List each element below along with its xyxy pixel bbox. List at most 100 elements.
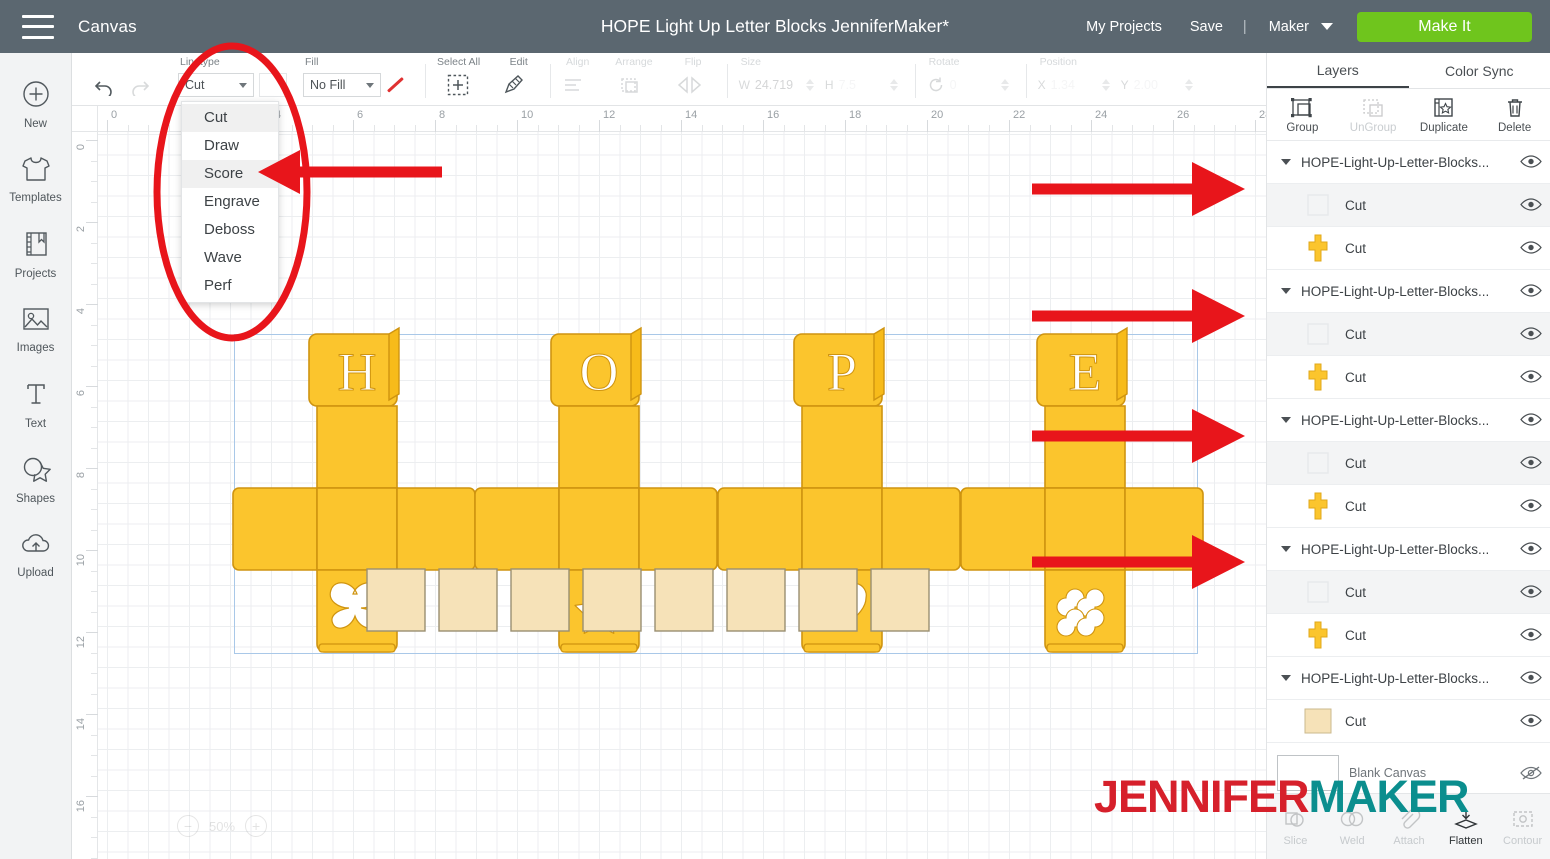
tan-square[interactable] <box>510 568 570 632</box>
tan-square[interactable] <box>582 568 642 632</box>
arrange-button[interactable] <box>618 74 642 96</box>
tab-layers[interactable]: Layers <box>1267 53 1409 88</box>
rotate-stepper[interactable] <box>1000 79 1009 91</box>
linetype-dropdown-menu[interactable]: Cut Draw Score Engrave Deboss Wave Perf <box>181 101 279 303</box>
eye-icon[interactable] <box>1520 627 1542 643</box>
group-button[interactable]: Group <box>1267 89 1338 140</box>
size-width-input[interactable]: 24.719 <box>755 78 801 92</box>
eye-icon[interactable] <box>1520 713 1542 729</box>
delete-button[interactable]: Delete <box>1479 89 1550 140</box>
eye-icon[interactable] <box>1520 240 1542 256</box>
eye-off-icon[interactable] <box>1520 765 1542 781</box>
tab-color-sync[interactable]: Color Sync <box>1409 53 1550 88</box>
eye-icon[interactable] <box>1520 197 1542 213</box>
eye-icon[interactable] <box>1520 412 1542 428</box>
eye-icon[interactable] <box>1520 326 1542 342</box>
sidebar-item-new[interactable]: New <box>0 67 72 142</box>
save-button[interactable]: Save <box>1176 19 1237 35</box>
align-label: Align <box>566 56 590 68</box>
align-button[interactable] <box>562 75 586 95</box>
redo-button[interactable] <box>124 74 154 100</box>
tan-square[interactable] <box>798 568 858 632</box>
tan-square[interactable] <box>438 568 498 632</box>
sidebar-item-shapes[interactable]: Shapes <box>0 442 72 517</box>
eye-icon[interactable] <box>1520 670 1542 686</box>
linetype-select[interactable]: Cut <box>178 73 254 97</box>
eye-icon[interactable] <box>1520 541 1542 557</box>
sidebar-item-images[interactable]: Images <box>0 292 72 367</box>
linetype-option-deboss[interactable]: Deboss <box>182 216 278 244</box>
cube-net-E[interactable]: E <box>960 326 1204 653</box>
tan-square-row[interactable] <box>366 568 930 632</box>
linetype-option-wave[interactable]: Wave <box>182 244 278 272</box>
make-it-button[interactable]: Make It <box>1357 11 1532 42</box>
size-height-stepper[interactable] <box>889 79 898 91</box>
sidebar-item-projects[interactable]: Projects <box>0 217 72 292</box>
layer-group-row[interactable]: HOPE-Light-Up-Letter-Blocks... <box>1267 528 1550 571</box>
layer-row[interactable]: Cut <box>1267 743 1550 751</box>
linetype-swatch[interactable] <box>259 73 287 97</box>
layer-row[interactable]: Cut <box>1267 184 1550 227</box>
layer-row[interactable]: Cut <box>1267 571 1550 614</box>
sidebar-item-text[interactable]: Text <box>0 367 72 442</box>
fill-select[interactable]: No Fill <box>303 73 381 97</box>
layer-group-row[interactable]: HOPE-Light-Up-Letter-Blocks... <box>1267 141 1550 184</box>
chevron-down-icon[interactable] <box>1281 546 1291 552</box>
flip-button[interactable] <box>675 74 705 96</box>
position-y-input[interactable]: 2.00 <box>1134 78 1180 92</box>
layer-row[interactable]: Cut <box>1267 614 1550 657</box>
ungroup-button[interactable]: UnGroup <box>1338 89 1409 140</box>
layer-group-row[interactable]: HOPE-Light-Up-Letter-Blocks... <box>1267 270 1550 313</box>
layer-row[interactable]: Cut <box>1267 227 1550 270</box>
hamburger-menu-icon[interactable] <box>22 14 54 39</box>
position-x-input[interactable]: 1.34 <box>1051 78 1097 92</box>
position-y-stepper[interactable] <box>1184 79 1193 91</box>
chevron-down-icon[interactable] <box>1281 288 1291 294</box>
layer-row[interactable]: Cut <box>1267 442 1550 485</box>
duplicate-button[interactable]: Duplicate <box>1409 89 1480 140</box>
rotate-input[interactable]: 0 <box>950 78 996 92</box>
edit-button[interactable] <box>502 74 528 96</box>
linetype-option-engrave[interactable]: Engrave <box>182 188 278 216</box>
ruler-v-minor-tick <box>91 591 98 592</box>
eye-icon[interactable] <box>1520 498 1542 514</box>
position-x-stepper[interactable] <box>1101 79 1110 91</box>
rotate-icon[interactable] <box>927 76 945 94</box>
linetype-option-cut[interactable]: Cut <box>182 104 278 132</box>
eye-icon[interactable] <box>1520 455 1542 471</box>
eye-icon[interactable] <box>1520 584 1542 600</box>
eye-icon[interactable] <box>1520 283 1542 299</box>
layer-group-row[interactable]: HOPE-Light-Up-Letter-Blocks... <box>1267 399 1550 442</box>
eye-icon[interactable] <box>1520 369 1542 385</box>
layer-row[interactable]: Cut <box>1267 700 1550 743</box>
linetype-option-score[interactable]: Score <box>182 160 278 188</box>
tan-square[interactable] <box>870 568 930 632</box>
sidebar-item-templates[interactable]: Templates <box>0 142 72 217</box>
contour-button[interactable]: Contour <box>1494 794 1550 859</box>
select-all-button[interactable] <box>445 73 471 97</box>
chevron-down-icon[interactable] <box>1281 417 1291 423</box>
zoom-control[interactable]: − 50% + <box>177 815 268 837</box>
tan-square[interactable] <box>726 568 786 632</box>
sidebar-item-upload[interactable]: Upload <box>0 517 72 592</box>
eye-icon[interactable] <box>1520 154 1542 170</box>
chevron-down-icon[interactable] <box>1281 675 1291 681</box>
zoom-out-button[interactable]: − <box>177 815 199 837</box>
layers-list[interactable]: HOPE-Light-Up-Letter-Blocks... Cut Cut HOPE… <box>1267 141 1550 751</box>
layer-row[interactable]: Cut <box>1267 356 1550 399</box>
linetype-option-draw[interactable]: Draw <box>182 132 278 160</box>
size-width-stepper[interactable] <box>805 79 814 91</box>
layer-row[interactable]: Cut <box>1267 313 1550 356</box>
tan-square[interactable] <box>654 568 714 632</box>
stroke-color-swatch-icon[interactable] <box>386 74 408 96</box>
zoom-in-button[interactable]: + <box>245 815 268 837</box>
machine-selector[interactable]: Maker <box>1253 19 1343 35</box>
layer-group-row[interactable]: HOPE-Light-Up-Letter-Blocks... <box>1267 657 1550 700</box>
tan-square[interactable] <box>366 568 426 632</box>
chevron-down-icon[interactable] <box>1281 159 1291 165</box>
layer-row[interactable]: Cut <box>1267 485 1550 528</box>
my-projects-link[interactable]: My Projects <box>1072 19 1176 35</box>
linetype-option-perf[interactable]: Perf <box>182 272 278 300</box>
undo-button[interactable] <box>90 74 120 100</box>
size-height-input[interactable]: 7.5 <box>839 78 885 92</box>
